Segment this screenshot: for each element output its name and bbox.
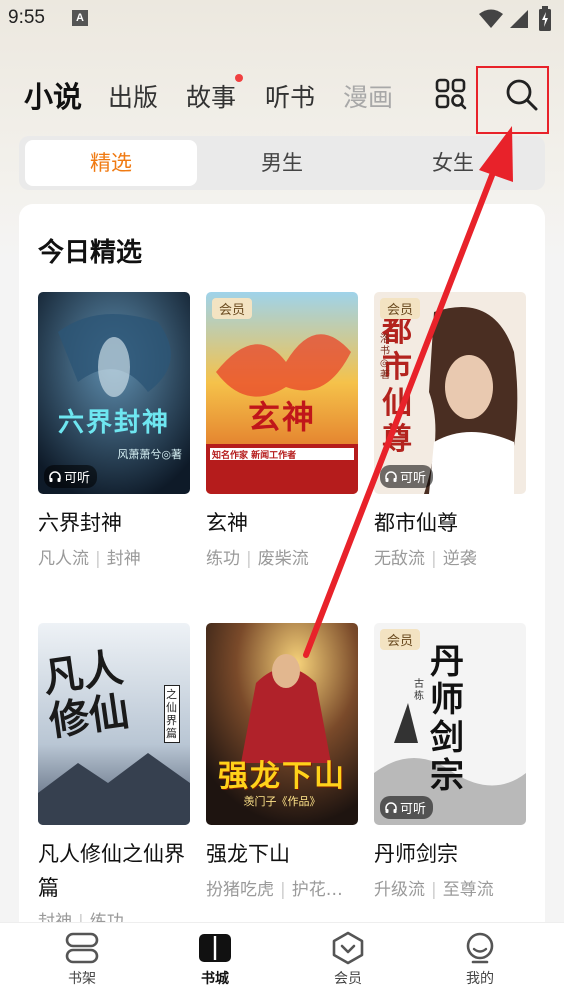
listen-badge: 可听: [380, 465, 434, 488]
book-tags: 扮猪吃虎 | 护花…: [206, 880, 343, 900]
book-cover[interactable]: 丹师剑宗 古栋 会员 可听: [374, 623, 526, 825]
book-tag: 废柴流: [257, 549, 309, 569]
bookstore-icon: [199, 934, 231, 962]
book-tags: 无敌流 | 逆袭: [374, 549, 477, 569]
book-tag: 练功: [206, 549, 240, 569]
listen-label: 可听: [400, 471, 427, 486]
cover-title: 强龙下山: [218, 759, 346, 794]
book-title[interactable]: 玄神: [206, 506, 366, 540]
tab-publish[interactable]: 出版: [108, 78, 158, 114]
member-badge: 会员: [380, 298, 421, 319]
book-cover[interactable]: 六界封神 风萧萧兮◎著 可听: [38, 292, 190, 494]
book-title[interactable]: 丹师剑宗: [374, 837, 534, 871]
nav-bookstore[interactable]: 书城: [175, 931, 255, 988]
book-tag: 护花…: [291, 880, 343, 900]
cover-subtitle: 之仙界篇: [164, 685, 180, 743]
listen-badge: 可听: [380, 796, 434, 819]
listen-label: 可听: [400, 802, 427, 817]
status-bar: 9:55 A: [0, 0, 564, 40]
book-cover[interactable]: 凡人修仙 之仙界篇: [38, 623, 190, 825]
nav-profile[interactable]: 我的: [440, 931, 520, 988]
headphones-icon: [385, 801, 397, 813]
book-title[interactable]: 凡人修仙之仙界篇: [38, 837, 198, 905]
listen-badge: 可听: [44, 465, 98, 488]
battery-icon: [539, 6, 551, 31]
tab-audiobook[interactable]: 听书: [265, 78, 315, 114]
book-tag: 无敌流: [374, 549, 425, 569]
nav-bookshelf[interactable]: 书架: [42, 931, 122, 988]
book-tag: 扮猪吃虎: [206, 880, 274, 900]
cover-author: 风萧萧兮◎著: [117, 448, 182, 461]
book-cover[interactable]: 强龙下山 羡门子《作品》: [206, 623, 358, 825]
listen-label: 可听: [64, 471, 91, 486]
search-button[interactable]: [476, 66, 549, 134]
category-segment: 精选 男生 女生: [19, 136, 545, 190]
nav-vip[interactable]: 会员: [308, 931, 388, 988]
nav-label: 会员: [334, 971, 362, 987]
headphones-icon: [385, 470, 397, 482]
segment-female[interactable]: 女生: [367, 140, 539, 186]
cover-title: 六界封神: [57, 408, 170, 438]
cover-author: 古栋: [414, 679, 424, 702]
tab-novel[interactable]: 小说: [24, 74, 82, 116]
cover-title: 玄神: [247, 398, 316, 436]
book-title[interactable]: 都市仙尊: [374, 506, 534, 540]
book-tag: 封神: [106, 549, 141, 569]
book-tags: 升级流 | 至尊流: [374, 880, 494, 900]
cover-author: 洛书◎著: [380, 334, 390, 381]
book-tag: 升级流: [374, 880, 425, 900]
bottom-nav: 书架 书城 会员 我的: [0, 922, 564, 1004]
member-badge: 会员: [212, 298, 253, 319]
featured-card: 今日精选 六界封神 风萧萧兮◎著 可听 六界封神 凡人流 | 封神 玄神 知名作…: [19, 204, 545, 944]
book-tag: 逆袭: [442, 549, 477, 569]
book-cover[interactable]: 都市仙尊 洛书◎著 会员 可听: [374, 292, 526, 494]
cover-subtitle: 知名作家 新闻工作者: [212, 451, 297, 461]
segment-featured[interactable]: 精选: [25, 140, 197, 186]
member-badge: 会员: [380, 629, 421, 650]
nav-label: 书架: [68, 971, 96, 987]
notification-icon: A: [72, 10, 88, 26]
cover-title: 凡人修仙: [40, 643, 133, 746]
category-grid-icon[interactable]: [435, 78, 467, 110]
cover-author: 羡门子《作品》: [243, 795, 321, 808]
book-title[interactable]: 六界封神: [38, 506, 198, 540]
headphones-icon: [49, 470, 61, 482]
new-dot-badge: [235, 74, 243, 82]
bookshelf-icon: [65, 932, 99, 964]
status-time: 9:55: [8, 7, 45, 28]
book-tag: 凡人流: [38, 549, 89, 569]
tab-story[interactable]: 故事: [186, 78, 236, 114]
tab-comic[interactable]: 漫画: [343, 78, 393, 114]
profile-icon: [466, 932, 494, 964]
vip-icon: [332, 931, 364, 965]
section-title: 今日精选: [38, 238, 143, 268]
nav-label: 我的: [466, 971, 494, 987]
wifi-icon: [479, 9, 503, 28]
book-tags: 练功 | 废柴流: [206, 549, 309, 569]
book-cover[interactable]: 玄神 知名作家 新闻工作者 会员: [206, 292, 358, 494]
book-title[interactable]: 强龙下山: [206, 837, 366, 871]
segment-male[interactable]: 男生: [196, 140, 368, 186]
book-tag: 至尊流: [442, 880, 494, 900]
cover-title: 丹师剑宗: [430, 642, 464, 796]
nav-label: 书城: [201, 971, 229, 987]
signal-icon: [510, 10, 528, 28]
book-tags: 凡人流 | 封神: [38, 549, 141, 569]
search-icon: [506, 79, 538, 111]
top-nav: 小说 出版 故事 听书 漫画: [0, 66, 564, 134]
